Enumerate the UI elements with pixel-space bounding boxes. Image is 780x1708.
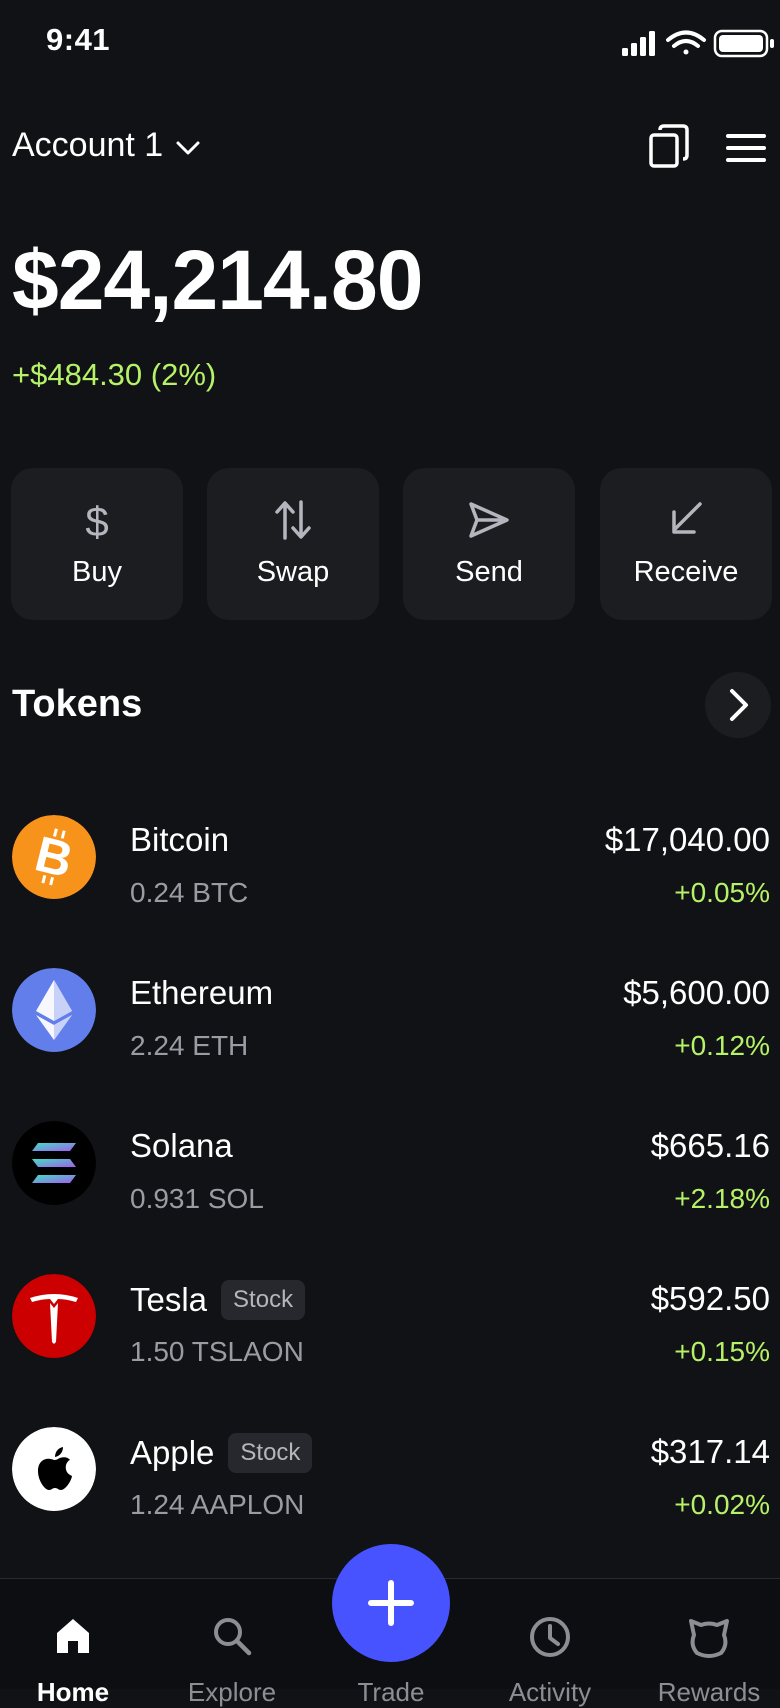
stock-badge: Stock bbox=[228, 1433, 313, 1473]
wifi-icon bbox=[666, 30, 706, 55]
nav-explore[interactable]: Explore bbox=[172, 1615, 292, 1707]
stock-badge: Stock bbox=[221, 1280, 306, 1320]
token-change: +0.02% bbox=[674, 1489, 770, 1520]
send-icon bbox=[469, 502, 509, 538]
cellular-signal-icon bbox=[622, 31, 655, 56]
total-balance: $24,214.80 bbox=[12, 233, 423, 327]
token-row-bitcoin[interactable]: B Bitcoin 0.24 BTC $17,040.00 +0.05% bbox=[0, 797, 780, 927]
swap-button[interactable]: Swap bbox=[207, 468, 379, 620]
tokens-title: Tokens bbox=[12, 683, 143, 725]
token-change: +2.18% bbox=[674, 1183, 770, 1214]
receive-label: Receive bbox=[633, 556, 739, 588]
nav-activity-label: Activity bbox=[508, 1677, 592, 1707]
token-amount: 1.24 AAPLON bbox=[130, 1489, 305, 1520]
solana-icon bbox=[12, 1121, 96, 1205]
token-name: Tesla Stock bbox=[130, 1280, 306, 1320]
token-amount: 1.50 TSLAON bbox=[130, 1336, 304, 1367]
nav-activity[interactable]: Activity bbox=[490, 1615, 610, 1707]
token-row-tesla[interactable]: Tesla Stock 1.50 TSLAON $592.50 +0.15% bbox=[0, 1256, 780, 1386]
receive-arrow-icon bbox=[672, 502, 702, 534]
nav-explore-label: Explore bbox=[187, 1677, 277, 1707]
token-value: $665.16 bbox=[650, 1127, 770, 1164]
nav-home[interactable]: Home bbox=[13, 1615, 133, 1707]
svg-text:$: $ bbox=[85, 498, 108, 542]
status-icons bbox=[622, 29, 774, 58]
send-button[interactable]: Send bbox=[403, 468, 575, 620]
ethereum-icon bbox=[12, 968, 96, 1052]
swap-arrows-icon bbox=[275, 500, 311, 540]
menu-icon[interactable] bbox=[724, 128, 768, 168]
account-selector[interactable]: Account 1 bbox=[12, 126, 201, 165]
token-name: Solana bbox=[130, 1127, 233, 1164]
token-amount: 0.931 SOL bbox=[130, 1183, 264, 1214]
chevron-down-icon bbox=[176, 141, 200, 154]
nav-rewards[interactable]: Rewards bbox=[649, 1615, 769, 1707]
token-amount: 0.24 BTC bbox=[130, 877, 249, 908]
search-icon bbox=[214, 1618, 252, 1656]
dollar-icon: $ bbox=[85, 498, 108, 542]
token-value: $5,600.00 bbox=[623, 974, 770, 1011]
token-name: Bitcoin bbox=[130, 821, 230, 858]
apple-icon bbox=[12, 1427, 96, 1511]
token-change: +0.05% bbox=[674, 877, 770, 908]
copy-icon[interactable] bbox=[645, 122, 695, 172]
token-row-solana[interactable]: Solana 0.931 SOL $665.16 +2.18% bbox=[0, 1103, 780, 1233]
swap-label: Swap bbox=[256, 556, 330, 588]
home-icon bbox=[57, 1619, 89, 1653]
rewards-icon bbox=[689, 1619, 729, 1658]
receive-button[interactable]: Receive bbox=[600, 468, 772, 620]
trade-fab-button[interactable] bbox=[332, 1544, 450, 1662]
buy-button[interactable]: $ Buy bbox=[11, 468, 183, 620]
bitcoin-icon: B bbox=[12, 815, 96, 899]
chevron-right-icon bbox=[730, 689, 748, 721]
send-label: Send bbox=[455, 556, 523, 588]
plus-icon bbox=[368, 1580, 414, 1626]
token-value: $592.50 bbox=[650, 1280, 770, 1317]
tesla-icon bbox=[12, 1274, 96, 1358]
status-time: 9:41 bbox=[46, 22, 111, 57]
token-row-apple[interactable]: Apple Stock 1.24 AAPLON $317.14 +0.02% bbox=[0, 1409, 780, 1539]
tokens-more-button[interactable] bbox=[705, 672, 771, 738]
token-change: +0.12% bbox=[674, 1030, 770, 1061]
battery-icon bbox=[713, 29, 774, 58]
token-value: $17,040.00 bbox=[604, 821, 770, 858]
token-value: $317.14 bbox=[650, 1433, 770, 1470]
clock-icon bbox=[530, 1617, 570, 1657]
token-name: Apple Stock bbox=[130, 1433, 313, 1473]
nav-trade-label: Trade bbox=[357, 1677, 425, 1707]
balance-change: +$484.30 (2%) bbox=[12, 357, 217, 392]
token-name: Ethereum bbox=[130, 974, 274, 1011]
token-amount: 2.24 ETH bbox=[130, 1030, 249, 1061]
account-name: Account 1 bbox=[12, 126, 164, 164]
buy-label: Buy bbox=[72, 556, 122, 588]
token-row-ethereum[interactable]: Ethereum 2.24 ETH $5,600.00 +0.12% bbox=[0, 950, 780, 1080]
nav-home-label: Home bbox=[36, 1677, 110, 1707]
nav-rewards-label: Rewards bbox=[657, 1677, 761, 1707]
token-change: +0.15% bbox=[674, 1336, 770, 1367]
